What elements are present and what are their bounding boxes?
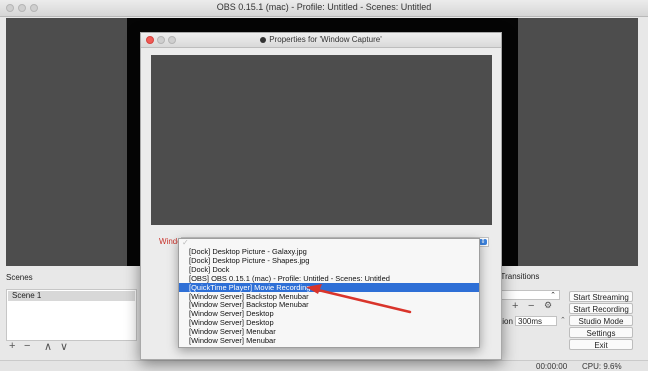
annotation-arrow-icon — [306, 284, 412, 314]
